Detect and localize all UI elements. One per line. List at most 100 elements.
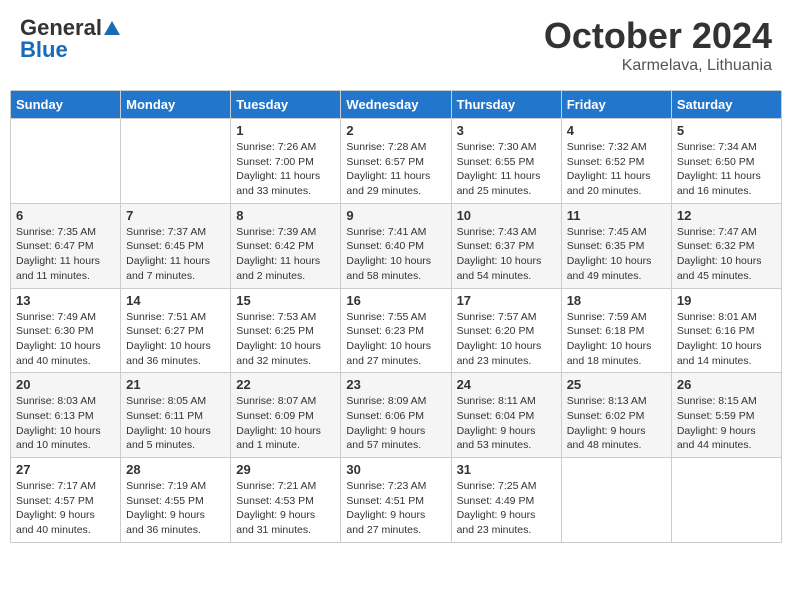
- daylight-text: Daylight: 9 hours and 57 minutes.: [346, 425, 425, 452]
- day-of-week-header: Saturday: [671, 91, 781, 119]
- calendar-cell: 2 Sunrise: 7:28 AM Sunset: 6:57 PM Dayli…: [341, 119, 451, 204]
- day-info: Sunrise: 7:34 AM Sunset: 6:50 PM Dayligh…: [677, 140, 776, 199]
- daylight-text: Daylight: 10 hours and 1 minute.: [236, 425, 321, 452]
- sunset-text: Sunset: 6:37 PM: [457, 240, 535, 252]
- calendar-cell: 27 Sunrise: 7:17 AM Sunset: 4:57 PM Dayl…: [11, 458, 121, 543]
- day-info: Sunrise: 7:49 AM Sunset: 6:30 PM Dayligh…: [16, 310, 115, 369]
- daylight-text: Daylight: 10 hours and 54 minutes.: [457, 255, 542, 282]
- day-of-week-header: Sunday: [11, 91, 121, 119]
- sunset-text: Sunset: 6:40 PM: [346, 240, 424, 252]
- day-number: 5: [677, 123, 776, 138]
- sunrise-text: Sunrise: 8:07 AM: [236, 395, 316, 407]
- sunset-text: Sunset: 4:51 PM: [346, 495, 424, 507]
- sunrise-text: Sunrise: 7:21 AM: [236, 480, 316, 492]
- day-of-week-header: Thursday: [451, 91, 561, 119]
- daylight-text: Daylight: 9 hours and 44 minutes.: [677, 425, 756, 452]
- daylight-text: Daylight: 10 hours and 10 minutes.: [16, 425, 101, 452]
- sunrise-text: Sunrise: 8:13 AM: [567, 395, 647, 407]
- sunrise-text: Sunrise: 7:55 AM: [346, 311, 426, 323]
- calendar-cell: 14 Sunrise: 7:51 AM Sunset: 6:27 PM Dayl…: [121, 288, 231, 373]
- sunset-text: Sunset: 6:35 PM: [567, 240, 645, 252]
- sunset-text: Sunset: 6:20 PM: [457, 325, 535, 337]
- daylight-text: Daylight: 10 hours and 32 minutes.: [236, 340, 321, 367]
- logo-blue-text: Blue: [20, 37, 68, 63]
- sunrise-text: Sunrise: 7:51 AM: [126, 311, 206, 323]
- sunrise-text: Sunrise: 7:57 AM: [457, 311, 537, 323]
- daylight-text: Daylight: 9 hours and 36 minutes.: [126, 509, 205, 536]
- day-info: Sunrise: 7:43 AM Sunset: 6:37 PM Dayligh…: [457, 225, 556, 284]
- daylight-text: Daylight: 11 hours and 20 minutes.: [567, 170, 651, 197]
- day-info: Sunrise: 7:28 AM Sunset: 6:57 PM Dayligh…: [346, 140, 445, 199]
- day-number: 1: [236, 123, 335, 138]
- day-info: Sunrise: 7:30 AM Sunset: 6:55 PM Dayligh…: [457, 140, 556, 199]
- day-number: 31: [457, 462, 556, 477]
- day-number: 15: [236, 293, 335, 308]
- calendar-cell: 22 Sunrise: 8:07 AM Sunset: 6:09 PM Dayl…: [231, 373, 341, 458]
- calendar-cell: 12 Sunrise: 7:47 AM Sunset: 6:32 PM Dayl…: [671, 203, 781, 288]
- day-number: 10: [457, 208, 556, 223]
- day-info: Sunrise: 7:19 AM Sunset: 4:55 PM Dayligh…: [126, 479, 225, 538]
- daylight-text: Daylight: 11 hours and 25 minutes.: [457, 170, 541, 197]
- sunset-text: Sunset: 4:55 PM: [126, 495, 204, 507]
- sunrise-text: Sunrise: 7:35 AM: [16, 226, 96, 238]
- daylight-text: Daylight: 11 hours and 29 minutes.: [346, 170, 430, 197]
- sunset-text: Sunset: 4:57 PM: [16, 495, 94, 507]
- day-number: 2: [346, 123, 445, 138]
- calendar-week-row: 6 Sunrise: 7:35 AM Sunset: 6:47 PM Dayli…: [11, 203, 782, 288]
- day-info: Sunrise: 7:41 AM Sunset: 6:40 PM Dayligh…: [346, 225, 445, 284]
- sunset-text: Sunset: 6:55 PM: [457, 156, 535, 168]
- logo: General Blue: [20, 15, 120, 63]
- day-info: Sunrise: 8:15 AM Sunset: 5:59 PM Dayligh…: [677, 394, 776, 453]
- daylight-text: Daylight: 11 hours and 11 minutes.: [16, 255, 100, 282]
- daylight-text: Daylight: 9 hours and 53 minutes.: [457, 425, 536, 452]
- daylight-text: Daylight: 10 hours and 58 minutes.: [346, 255, 431, 282]
- day-info: Sunrise: 7:59 AM Sunset: 6:18 PM Dayligh…: [567, 310, 666, 369]
- sunset-text: Sunset: 6:50 PM: [677, 156, 755, 168]
- sunset-text: Sunset: 6:27 PM: [126, 325, 204, 337]
- calendar-table: SundayMondayTuesdayWednesdayThursdayFrid…: [10, 90, 782, 543]
- day-of-week-header: Monday: [121, 91, 231, 119]
- day-of-week-header: Friday: [561, 91, 671, 119]
- day-number: 18: [567, 293, 666, 308]
- sunrise-text: Sunrise: 7:37 AM: [126, 226, 206, 238]
- day-number: 7: [126, 208, 225, 223]
- day-info: Sunrise: 7:53 AM Sunset: 6:25 PM Dayligh…: [236, 310, 335, 369]
- day-number: 25: [567, 377, 666, 392]
- sunrise-text: Sunrise: 7:17 AM: [16, 480, 96, 492]
- day-info: Sunrise: 7:39 AM Sunset: 6:42 PM Dayligh…: [236, 225, 335, 284]
- sunset-text: Sunset: 6:04 PM: [457, 410, 535, 422]
- day-info: Sunrise: 7:57 AM Sunset: 6:20 PM Dayligh…: [457, 310, 556, 369]
- day-number: 28: [126, 462, 225, 477]
- sunset-text: Sunset: 6:25 PM: [236, 325, 314, 337]
- calendar-cell: [671, 458, 781, 543]
- day-info: Sunrise: 7:21 AM Sunset: 4:53 PM Dayligh…: [236, 479, 335, 538]
- calendar-cell: 26 Sunrise: 8:15 AM Sunset: 5:59 PM Dayl…: [671, 373, 781, 458]
- day-number: 27: [16, 462, 115, 477]
- daylight-text: Daylight: 11 hours and 16 minutes.: [677, 170, 761, 197]
- day-info: Sunrise: 7:37 AM Sunset: 6:45 PM Dayligh…: [126, 225, 225, 284]
- day-number: 3: [457, 123, 556, 138]
- calendar-cell: [561, 458, 671, 543]
- day-number: 13: [16, 293, 115, 308]
- page-header: General Blue October 2024 Karmelava, Lit…: [10, 10, 782, 80]
- sunset-text: Sunset: 6:02 PM: [567, 410, 645, 422]
- day-info: Sunrise: 7:51 AM Sunset: 6:27 PM Dayligh…: [126, 310, 225, 369]
- sunset-text: Sunset: 6:47 PM: [16, 240, 94, 252]
- day-number: 23: [346, 377, 445, 392]
- daylight-text: Daylight: 11 hours and 2 minutes.: [236, 255, 320, 282]
- calendar-cell: 1 Sunrise: 7:26 AM Sunset: 7:00 PM Dayli…: [231, 119, 341, 204]
- daylight-text: Daylight: 9 hours and 31 minutes.: [236, 509, 315, 536]
- sunset-text: Sunset: 6:42 PM: [236, 240, 314, 252]
- day-number: 12: [677, 208, 776, 223]
- logo-triangle-icon: [104, 21, 120, 35]
- sunrise-text: Sunrise: 7:25 AM: [457, 480, 537, 492]
- sunset-text: Sunset: 6:23 PM: [346, 325, 424, 337]
- day-info: Sunrise: 8:09 AM Sunset: 6:06 PM Dayligh…: [346, 394, 445, 453]
- sunrise-text: Sunrise: 7:39 AM: [236, 226, 316, 238]
- day-number: 24: [457, 377, 556, 392]
- sunrise-text: Sunrise: 7:34 AM: [677, 141, 757, 153]
- calendar-cell: 4 Sunrise: 7:32 AM Sunset: 6:52 PM Dayli…: [561, 119, 671, 204]
- sunrise-text: Sunrise: 7:53 AM: [236, 311, 316, 323]
- sunrise-text: Sunrise: 7:32 AM: [567, 141, 647, 153]
- calendar-header-row: SundayMondayTuesdayWednesdayThursdayFrid…: [11, 91, 782, 119]
